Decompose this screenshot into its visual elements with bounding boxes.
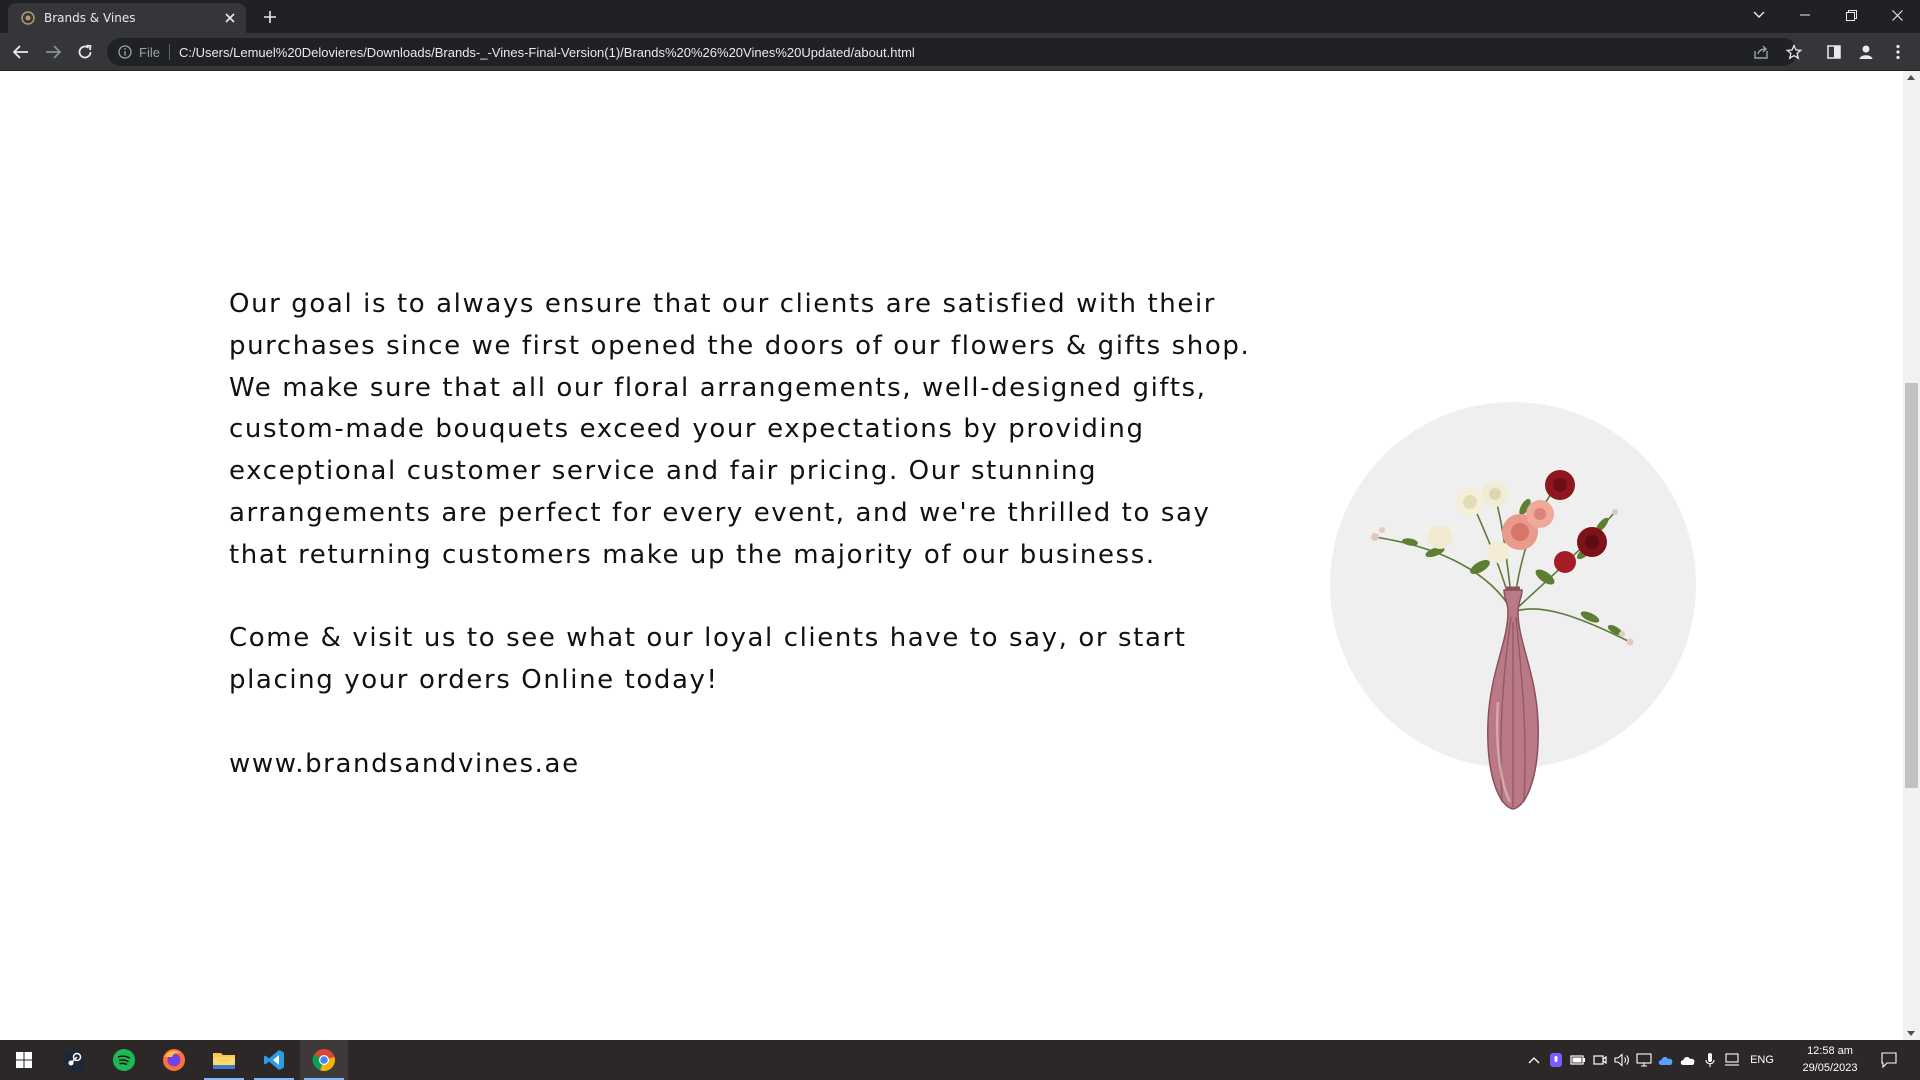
about-text-section: Our goal is to always ensure that our cl… (229, 284, 1279, 827)
website-link[interactable]: www.brandsandvines.ae (229, 744, 1279, 786)
tray-onedrive-icon[interactable] (1678, 1040, 1698, 1080)
url-scheme-label: File (139, 44, 160, 60)
browser-tab-strip: Brands & Vines (0, 0, 1920, 33)
scroll-down-arrow-icon[interactable] (1907, 1031, 1915, 1036)
bookmark-star-icon[interactable] (1781, 39, 1807, 65)
flower-vase-illustration (1371, 470, 1634, 810)
scrollbar-thumb[interactable] (1905, 383, 1918, 788)
tray-microphone-icon[interactable] (1700, 1040, 1720, 1080)
spotify-icon[interactable] (100, 1040, 148, 1080)
close-window-icon[interactable] (1874, 0, 1920, 30)
new-tab-button[interactable] (258, 5, 282, 29)
windows-taskbar: ENG 12:58 am 29/05/2023 (0, 1040, 1920, 1080)
forward-arrow-icon[interactable] (38, 37, 68, 67)
site-favicon-icon (20, 10, 36, 26)
reload-icon[interactable] (70, 37, 100, 67)
address-bar[interactable]: File C:/Users/Lemuel%20Delovieres/Downlo… (107, 38, 1797, 66)
tray-meet-now-icon[interactable] (1590, 1040, 1610, 1080)
action-center-notification-icon[interactable] (1874, 1040, 1904, 1080)
address-separator (168, 44, 170, 60)
restore-icon[interactable] (1828, 0, 1874, 30)
tab-close-icon[interactable] (220, 8, 240, 28)
language-indicator: ENG (1750, 1054, 1774, 1066)
tab-search-chevron-down-icon[interactable] (1736, 0, 1782, 30)
page-scrollbar[interactable] (1903, 71, 1920, 1040)
tray-language[interactable]: ENG (1744, 1040, 1780, 1080)
firefox-icon[interactable] (150, 1040, 198, 1080)
scroll-up-arrow-icon[interactable] (1907, 75, 1915, 80)
tray-network-icon[interactable] (1722, 1040, 1742, 1080)
flower-vase-image (1330, 402, 1696, 822)
minimize-icon[interactable] (1782, 0, 1828, 30)
tray-app-purple-icon[interactable] (1546, 1040, 1566, 1080)
tray-overflow-chevron-up-icon[interactable] (1524, 1040, 1544, 1080)
profile-avatar-icon[interactable] (1851, 37, 1881, 67)
tray-volume-icon[interactable] (1612, 1040, 1632, 1080)
chrome-taskbar-icon[interactable] (300, 1040, 348, 1080)
windows-start-icon[interactable] (0, 1040, 48, 1080)
more-menu-icon[interactable] (1883, 37, 1913, 67)
vscode-icon[interactable] (250, 1040, 298, 1080)
clock-time: 12:58 am (1807, 1045, 1853, 1057)
side-panel-icon[interactable] (1819, 37, 1849, 67)
page-viewport: Our goal is to always ensure that our cl… (0, 71, 1903, 1040)
browser-toolbar: File C:/Users/Lemuel%20Delovieres/Downlo… (0, 33, 1920, 71)
about-paragraph-goal: Our goal is to always ensure that our cl… (229, 289, 1251, 570)
share-icon[interactable] (1749, 39, 1775, 65)
tray-display-icon[interactable] (1634, 1040, 1654, 1080)
clock-date: 29/05/2023 (1802, 1062, 1858, 1074)
file-explorer-icon[interactable] (200, 1040, 248, 1080)
taskbar-clock[interactable]: 12:58 am 29/05/2023 (1790, 1043, 1870, 1077)
back-arrow-icon[interactable] (6, 37, 36, 67)
tray-battery-icon[interactable] (1568, 1040, 1588, 1080)
tab-title: Brands & Vines (44, 11, 136, 25)
url-text[interactable]: C:/Users/Lemuel%20Delovieres/Downloads/B… (179, 45, 915, 60)
site-info-icon[interactable] (117, 44, 133, 60)
about-paragraph-visit: Come & visit us to see what our loyal cl… (229, 623, 1187, 696)
tray-cloud-sync-icon[interactable] (1656, 1040, 1676, 1080)
steam-icon[interactable] (50, 1040, 98, 1080)
browser-tab[interactable]: Brands & Vines (8, 3, 246, 33)
